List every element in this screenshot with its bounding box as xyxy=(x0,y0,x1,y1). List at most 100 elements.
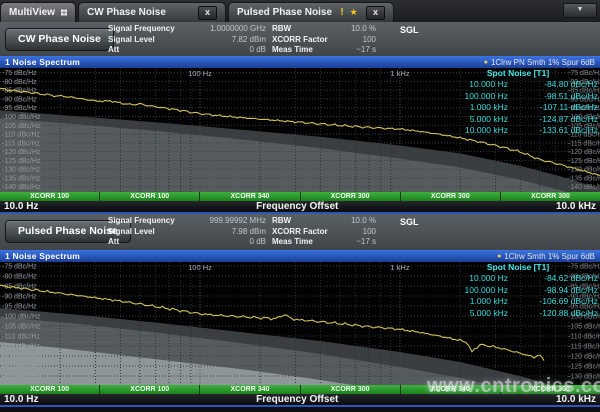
setting-label: Signal Level xyxy=(108,227,202,238)
y-tick-label: -80 dBc/Hz xyxy=(2,274,37,281)
setting-label: XCORR Factor xyxy=(272,227,336,238)
y-tick-label: -95 dBc/Hz xyxy=(2,304,37,311)
y-tick-label: -115 dBc/Hz xyxy=(2,344,40,351)
xcorr-segment: XCORR 300 xyxy=(301,192,400,201)
noise-spectrum-plot-pulsed[interactable]: -75 dBc/Hz-75 dBc/Hz-80 dBc/Hz-80 dBc/Hz… xyxy=(0,262,600,385)
xcorr-segment: XCORR 340 xyxy=(401,385,500,394)
spot-noise-value: -98.51 dBc/Hz xyxy=(508,91,598,102)
setting-label: Meas Time xyxy=(272,45,336,56)
xcorr-segment: XCORR 100 xyxy=(100,192,199,201)
decade-label: 100 Hz xyxy=(188,69,212,78)
y-tick-label-right: -125 dBc/Hz xyxy=(568,364,600,371)
trace-legend-label: 1Clrw PN Smth 1% Spur 6dB xyxy=(491,58,595,67)
setting-row: Signal Frequency1.0000000 GHz xyxy=(108,24,266,35)
decade-label: 1 kHz xyxy=(390,263,409,272)
close-icon[interactable]: x xyxy=(198,6,217,20)
xcorr-segment: XCORR 340 xyxy=(200,385,299,394)
setting-value: 10.0 % xyxy=(336,24,376,35)
close-icon[interactable]: x xyxy=(366,6,385,20)
setting-row: Att0 dB xyxy=(108,45,266,56)
setting-label: Signal Level xyxy=(108,35,202,46)
tab-cw-phase-noise[interactable]: CW Phase Noise x xyxy=(78,2,226,22)
setting-value: 7.82 dBm xyxy=(202,35,266,46)
tab-pulsed-phase-noise[interactable]: Pulsed Phase Noise ! ★ x xyxy=(228,2,394,22)
setting-value: 10.0 % xyxy=(336,216,376,227)
spot-noise-offset: 10.000 kHz xyxy=(438,125,508,136)
spot-noise-offset: 10.000 Hz xyxy=(438,273,508,284)
xcorr-segment-bar: XCORR 100XCORR 100XCORR 340XCORR 300XCOR… xyxy=(0,192,600,201)
spot-noise-offset: 100.000 Hz xyxy=(438,91,508,102)
y-tick-label: -100 dBc/Hz xyxy=(2,314,41,321)
trace-legend: ● 1Clrw PN Smth 1% Spur 6dB xyxy=(484,58,595,67)
axis-start-label: 10.0 Hz xyxy=(4,394,38,405)
y-tick-label-right: -115 dBc/Hz xyxy=(568,344,600,351)
axis-title: Frequency Offset xyxy=(256,201,338,212)
window-title-bar[interactable]: 1 Noise Spectrum ● 1Clrw Smth 1% Spur 6d… xyxy=(0,250,600,262)
channel-settings-left: Signal Frequency1.0000000 GHzSignal Leve… xyxy=(108,24,266,56)
tab-pulsed-label: Pulsed Phase Noise xyxy=(237,7,332,18)
tab-multiview[interactable]: MultiView xyxy=(0,2,76,22)
setting-row: Signal Level7.98 dBm xyxy=(108,227,266,238)
window-title: 1 Noise Spectrum xyxy=(5,251,80,261)
channel-header: Pulsed Phase Noise Signal Frequency999.9… xyxy=(0,214,600,250)
y-tick-label: -95 dBc/Hz xyxy=(2,105,37,112)
noise-spectrum-plot-cw[interactable]: -75 dBc/Hz-75 dBc/Hz-80 dBc/Hz-80 dBc/Hz… xyxy=(0,68,600,192)
spot-noise-value: -107.11 dBc/Hz xyxy=(508,102,598,113)
xcorr-segment: XCORR 100 xyxy=(0,192,99,201)
spot-noise-value: -98.94 dBc/Hz xyxy=(508,285,598,296)
channel-settings-left: Signal Frequency999.99992 MHzSignal Leve… xyxy=(108,216,266,248)
tab-cw-label: CW Phase Noise xyxy=(87,7,166,18)
spot-noise-value: -84.62 dBc/Hz xyxy=(508,273,598,284)
trace-dot-icon: ● xyxy=(497,253,501,260)
y-tick-label: -130 dBc/Hz xyxy=(2,167,41,174)
setting-row: Meas Time~17 s xyxy=(272,237,376,248)
tab-bar: MultiView CW Phase Noise x Pulsed Phase … xyxy=(0,0,600,22)
tab-multiview-label: MultiView xyxy=(9,7,55,18)
setting-label: Att xyxy=(108,237,202,248)
spot-noise-offset: 10.000 Hz xyxy=(438,79,508,90)
setting-row: XCORR Factor100 xyxy=(272,35,376,46)
setting-row: XCORR Factor100 xyxy=(272,227,376,238)
multiview-grid-icon xyxy=(61,8,67,17)
tab-overflow-button[interactable]: ▼ xyxy=(563,3,597,18)
setting-value: 7.98 dBm xyxy=(202,227,266,238)
xcorr-segment: XCORR 300 xyxy=(301,385,400,394)
spot-noise-offset: 1.000 kHz xyxy=(438,102,508,113)
y-tick-label: -115 dBc/Hz xyxy=(2,140,40,147)
spot-noise-value: -120.88 dBc/Hz xyxy=(508,308,598,319)
axis-start-label: 10.0 Hz xyxy=(4,201,38,212)
y-tick-label-right: -135 dBc/Hz xyxy=(568,175,600,182)
x-axis-bar: 10.0 Hz Frequency Offset 10.0 kHz xyxy=(0,201,600,214)
setting-value: 0 dB xyxy=(202,45,266,56)
setting-value: ~17 s xyxy=(336,237,376,248)
y-tick-label: -125 dBc/Hz xyxy=(2,158,41,165)
y-tick-label: -125 dBc/Hz xyxy=(2,364,41,371)
channel-settings-right: RBW10.0 %XCORR Factor100Meas Time~17 s xyxy=(272,24,376,56)
setting-row: Meas Time~17 s xyxy=(272,45,376,56)
setting-row: RBW10.0 % xyxy=(272,24,376,35)
spot-noise-offset: 100.000 Hz xyxy=(438,285,508,296)
spot-noise-title: Spot Noise [T1] xyxy=(438,68,598,79)
spot-noise-table: Spot Noise [T1]10.000 Hz-84.62 dBc/Hz100… xyxy=(438,262,598,319)
xcorr-segment: XCORR 300 xyxy=(501,192,600,201)
setting-row: Signal Frequency999.99992 MHz xyxy=(108,216,266,227)
y-tick-label: -140 dBc/Hz xyxy=(2,184,41,191)
y-tick-label-right: -130 dBc/Hz xyxy=(568,374,600,381)
axis-stop-label: 10.0 kHz xyxy=(556,394,596,405)
channel-window-cw: CW Phase Noise Signal Frequency1.0000000… xyxy=(0,22,600,214)
y-tick-label: -120 dBc/Hz xyxy=(2,149,41,156)
xcorr-segment: XCORR 100 xyxy=(100,385,199,394)
channel-window-pulsed: Pulsed Phase Noise Signal Frequency999.9… xyxy=(0,214,600,407)
sweep-mode-badge: SGL xyxy=(400,217,419,227)
axis-title: Frequency Offset xyxy=(256,394,338,405)
y-tick-label: -90 dBc/Hz xyxy=(2,96,37,103)
setting-label: RBW xyxy=(272,24,336,35)
setting-value: 100 xyxy=(336,35,376,46)
x-axis-bar: 10.0 Hz Frequency Offset 10.0 kHz xyxy=(0,394,600,407)
spot-noise-table: Spot Noise [T1]10.000 Hz-84.80 dBc/Hz100… xyxy=(438,68,598,136)
window-title-bar[interactable]: 1 Noise Spectrum ● 1Clrw PN Smth 1% Spur… xyxy=(0,56,600,68)
setting-value: 100 xyxy=(336,227,376,238)
window-title: 1 Noise Spectrum xyxy=(5,57,80,67)
channel-button-cw[interactable]: CW Phase Noise xyxy=(5,28,114,51)
setting-label: XCORR Factor xyxy=(272,35,336,46)
